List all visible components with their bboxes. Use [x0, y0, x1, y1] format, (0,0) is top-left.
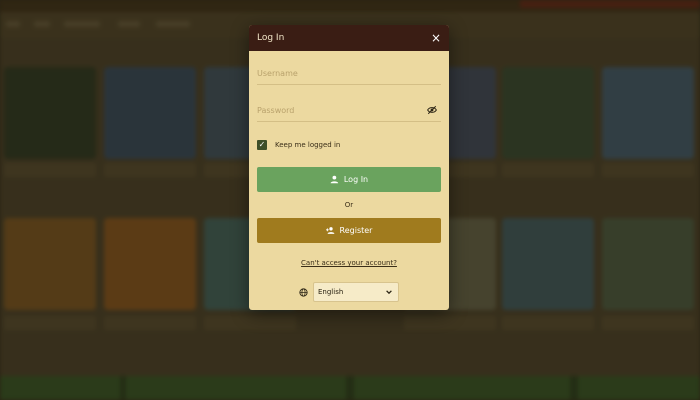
register-button-label: Register	[339, 226, 373, 235]
login-button-label: Log In	[343, 175, 369, 184]
login-button[interactable]: Log In	[257, 167, 441, 192]
or-separator: Or	[344, 201, 354, 209]
username-field[interactable]	[257, 61, 441, 85]
chevron-down-icon	[386, 290, 392, 295]
forgot-account-link[interactable]: Can't access your account?	[249, 259, 449, 267]
remember-me-label: Keep me logged in	[275, 141, 341, 149]
close-icon[interactable]: ×	[431, 32, 441, 44]
password-field[interactable]	[257, 98, 441, 122]
username-input[interactable]	[257, 62, 441, 85]
register-button[interactable]: Register	[257, 218, 441, 243]
password-input[interactable]	[257, 99, 441, 122]
remember-me-row[interactable]: ✓ Keep me logged in	[257, 140, 340, 150]
user-plus-icon	[325, 227, 334, 234]
login-modal: Log In × ✓ Keep me logged in Log In Or	[249, 25, 449, 310]
modal-header: Log In ×	[249, 25, 449, 51]
language-row: English	[299, 282, 399, 302]
remember-me-checkbox[interactable]: ✓	[257, 140, 267, 150]
eye-off-icon[interactable]	[427, 105, 437, 115]
user-icon	[330, 175, 338, 184]
language-select[interactable]: English	[313, 282, 399, 302]
globe-icon	[299, 287, 308, 297]
modal-title: Log In	[257, 33, 285, 43]
language-selected: English	[318, 288, 344, 296]
